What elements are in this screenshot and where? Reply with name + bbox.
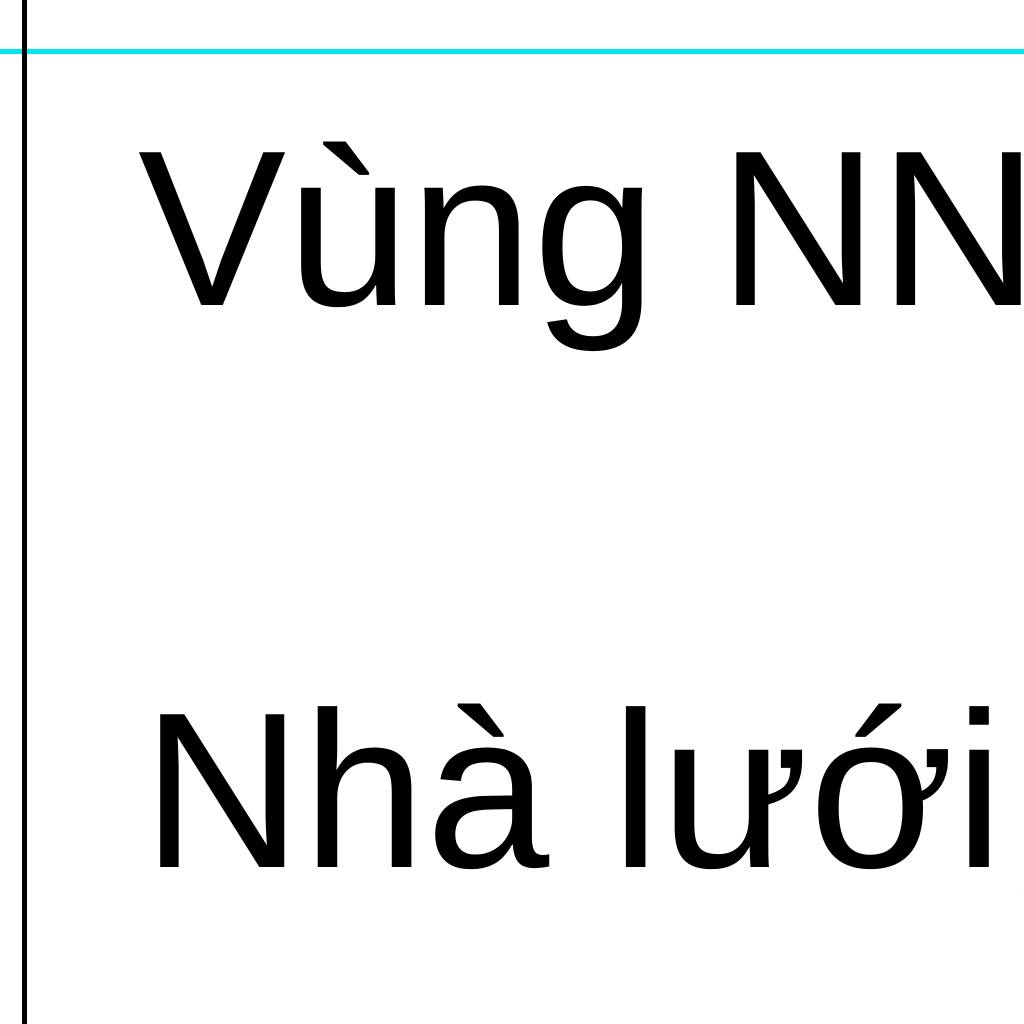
text-line-1: Vùng NN <box>138 105 1024 353</box>
horizontal-guide-line <box>0 49 1024 54</box>
document-page: Vùng NN Nhà lưới, <box>0 0 1024 1024</box>
text-line-2: Nhà lưới, <box>142 667 1024 915</box>
left-border-line <box>22 0 27 1024</box>
